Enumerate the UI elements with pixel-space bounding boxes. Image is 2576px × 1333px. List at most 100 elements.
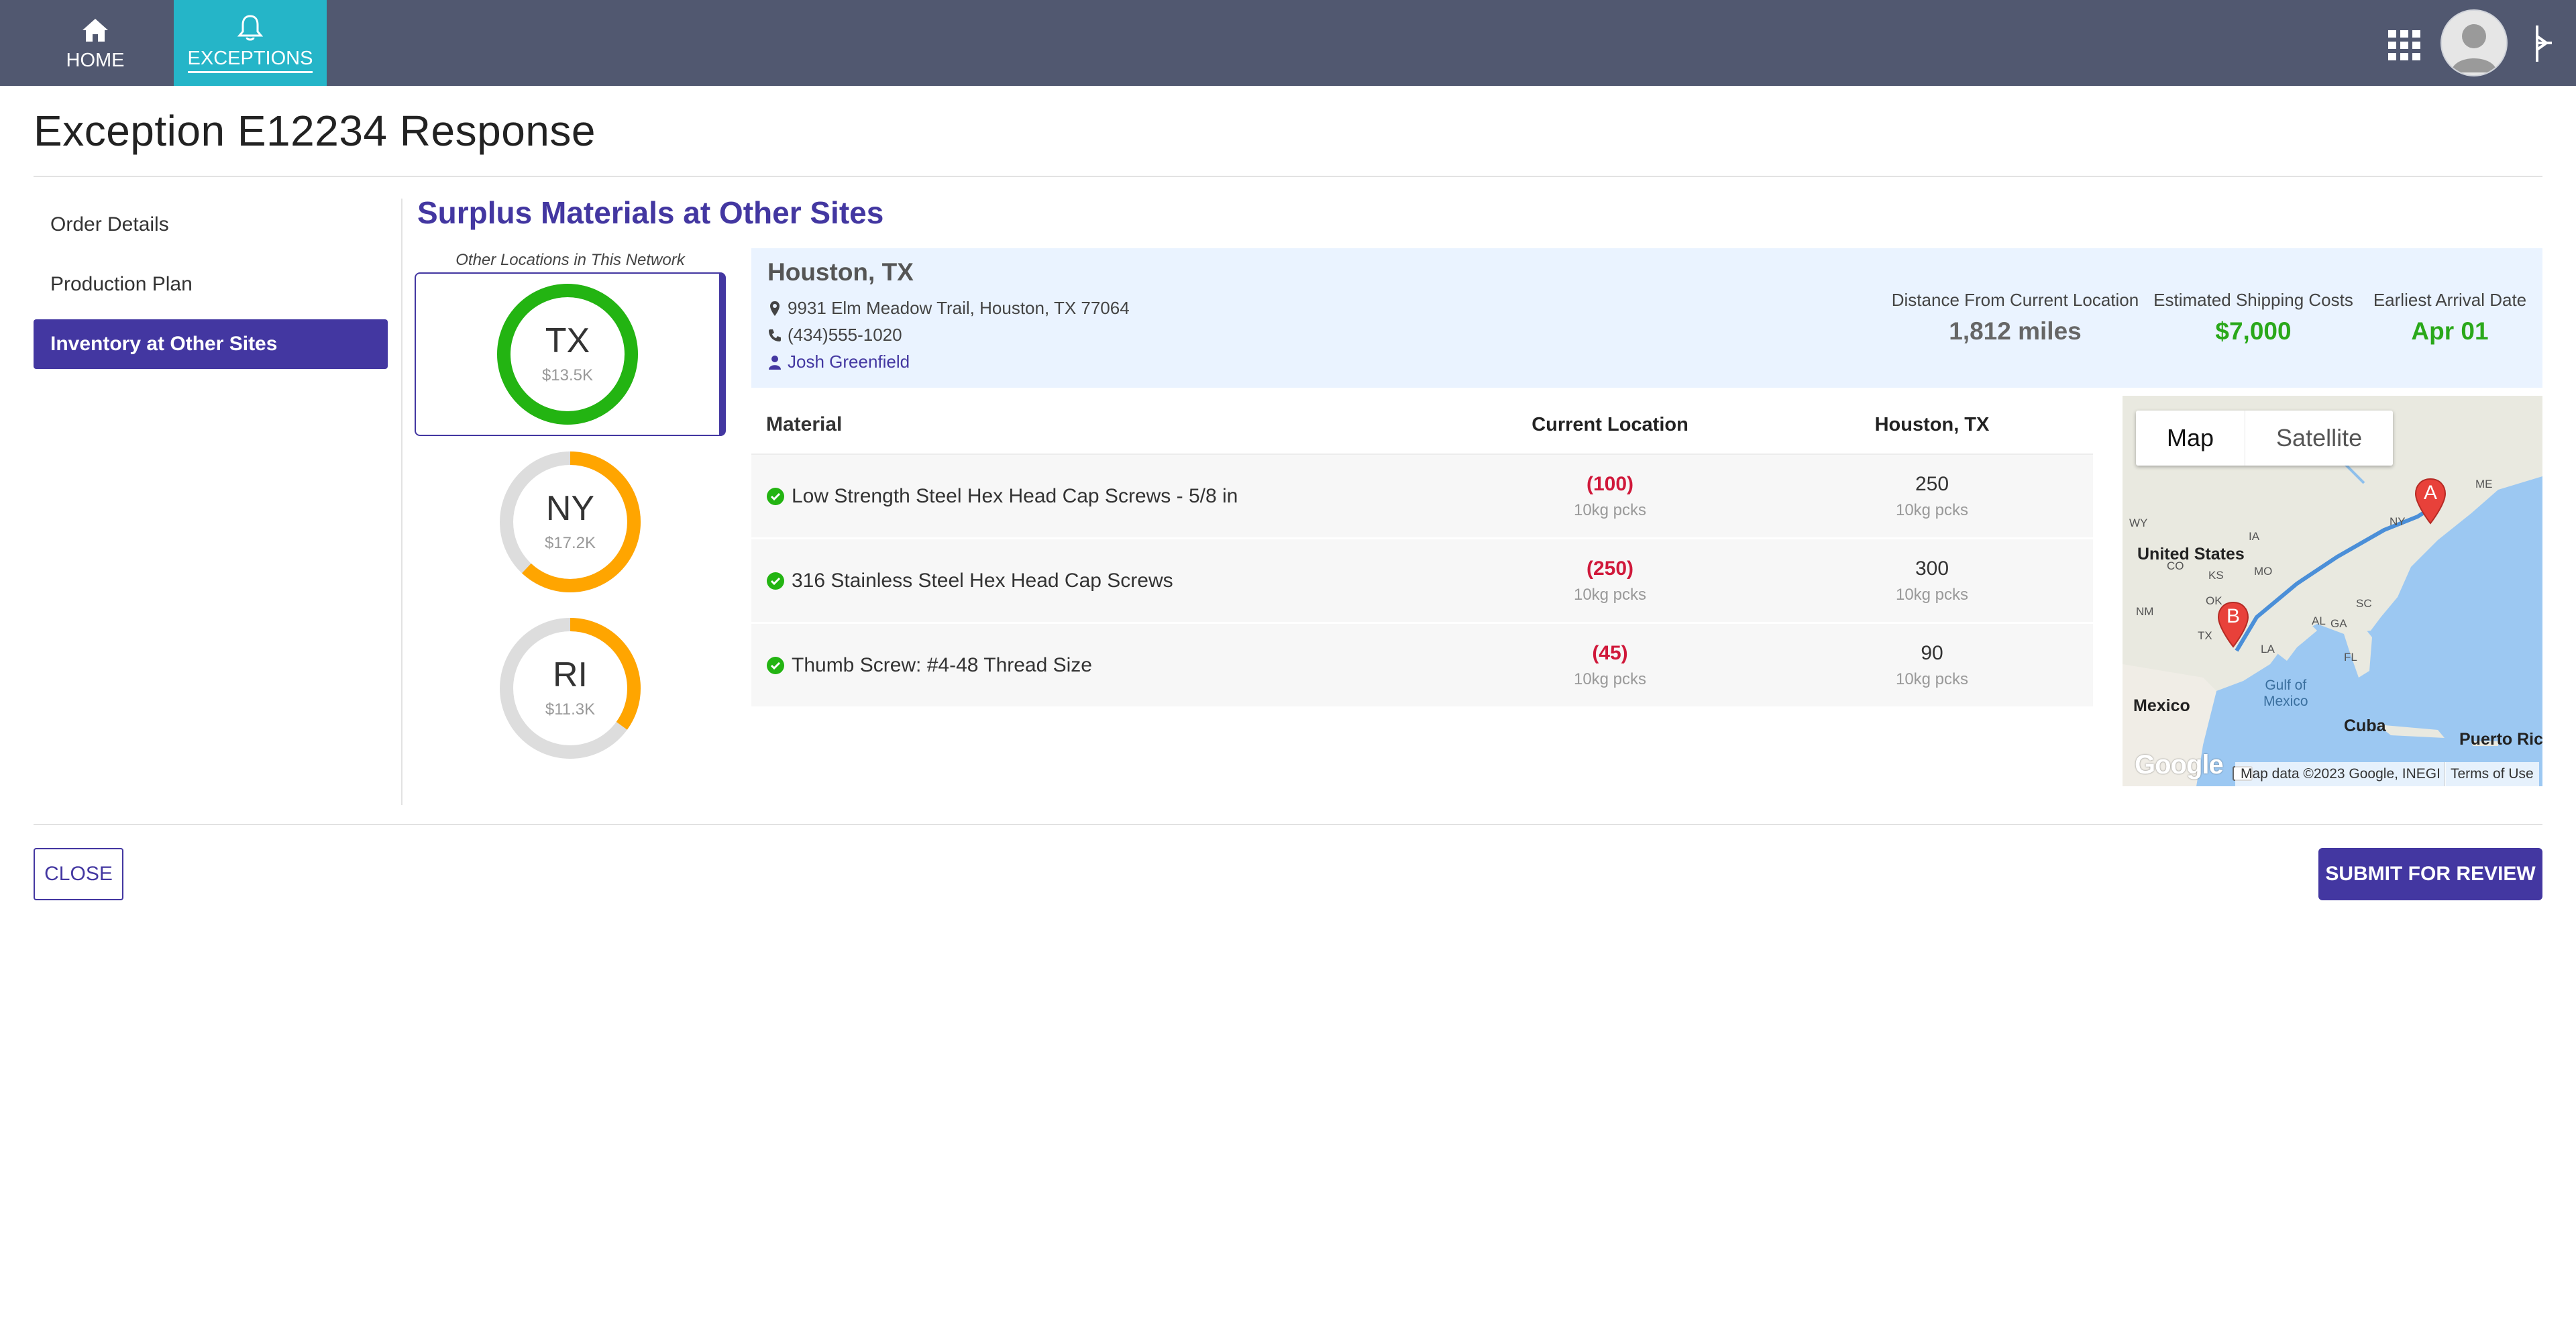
bell-icon [237,13,264,44]
nav-tab-exceptions[interactable]: EXCEPTIONS [174,0,327,86]
home-icon [81,15,109,46]
header-current-location: Current Location [1532,413,1688,435]
avatar[interactable] [2440,9,2508,76]
current-qty: (45) [1592,641,1628,664]
google-logo: Google [2135,750,2224,780]
site-qty: 90 [1921,641,1943,664]
map-label: CO [2167,559,2184,572]
map-pin-icon [767,301,782,317]
map-marker-b[interactable]: B [2216,601,2250,648]
location-phone: (434)555-1020 [767,325,902,345]
phone-text: (434)555-1020 [788,325,902,345]
table-header: Material Current Location Houston, TX [751,396,2093,455]
sidebar-item-order-details[interactable]: Order Details [34,200,388,250]
stat-value: 1,812 miles [1949,317,2082,345]
current-qty-cell: (45) 10kg pcks [1449,642,1771,689]
section-sidebar: Order Details Production Plan Inventory … [34,200,388,379]
site-donut-ri: RI $11.3K [498,617,642,760]
map-label: IA [2249,530,2260,543]
network-label: Other Locations in This Network [455,251,685,269]
table-row[interactable]: Thumb Screw: #4-48 Thread Size (45) 10kg… [751,624,2093,708]
site-code: TX [545,321,590,360]
divider [401,199,402,805]
table-row[interactable]: Low Strength Steel Hex Head Cap Screws -… [751,455,2093,539]
map-tab-satellite[interactable]: Satellite [2245,411,2393,466]
close-button[interactable]: CLOSE [34,848,123,900]
check-circle-icon [767,572,784,590]
marker-label: B [2226,605,2240,627]
nav-tab-exceptions-label: EXCEPTIONS [187,48,313,73]
map-label: TX [2198,629,2212,642]
location-contact[interactable]: Josh Greenfield [767,352,910,372]
map-label: SC [2356,597,2372,610]
sidebar-item-production-plan[interactable]: Production Plan [34,260,388,309]
current-qty-cell: (250) 10kg pcks [1449,557,1771,604]
map-terms-link[interactable]: Terms of Use [2445,762,2539,786]
site-card-tx[interactable]: TX $13.5K [415,272,726,436]
stat-label: Earliest Arrival Date [2373,290,2527,310]
submit-for-review-button[interactable]: SUBMIT FOR REVIEW [2318,848,2542,900]
nav-tab-home[interactable]: HOME [31,0,160,86]
nav-tab-home-label: HOME [66,49,125,71]
material-name: Thumb Screw: #4-48 Thread Size [792,653,1092,676]
table-row[interactable]: 316 Stainless Steel Hex Head Cap Screws … [751,539,2093,624]
site-code: RI [553,655,588,694]
divider [34,824,2542,825]
stat-value: $7,000 [2215,317,2292,345]
material-cell: Thumb Screw: #4-48 Thread Size [751,654,1449,677]
logout-icon[interactable] [2529,20,2553,67]
map-type-toggle: Map Satellite [2136,411,2394,466]
current-unit: 10kg pcks [1573,500,1647,519]
location-address: 9931 Elm Meadow Trail, Houston, TX 77064 [767,298,1130,319]
phone-icon [767,328,782,343]
site-unit: 10kg pcks [1895,670,1969,688]
site-qty-cell: 90 10kg pcks [1771,642,2093,689]
current-unit: 10kg pcks [1573,585,1647,604]
material-name: 316 Stainless Steel Hex Head Cap Screws [792,569,1173,592]
site-value: $11.3K [545,700,596,718]
site-donut-tx: TX $13.5K [496,282,639,426]
stat-label: Distance From Current Location [1891,290,2139,310]
map-label: NY [2390,515,2406,528]
marker-label: A [2423,482,2437,504]
map-label: United States [2137,545,2245,564]
apps-grid-icon[interactable] [2388,30,2420,60]
current-qty-cell: (100) 10kg pcks [1449,473,1771,520]
site-qty: 250 [1915,472,1949,495]
current-unit: 10kg pcks [1573,670,1647,688]
site-code: NY [545,489,595,528]
map-tab-map[interactable]: Map [2136,411,2245,466]
current-qty: (250) [1586,557,1634,580]
stat-label: Estimated Shipping Costs [2153,290,2353,310]
current-qty: (100) [1586,472,1634,495]
top-navigation-bar: HOME EXCEPTIONS [0,0,2576,86]
sidebar-item-inventory-other-sites[interactable]: Inventory at Other Sites [34,319,388,369]
user-icon [767,355,782,370]
map-label: LA [2261,643,2275,655]
location-city: Houston, TX [767,258,914,286]
material-name: Low Strength Steel Hex Head Cap Screws -… [792,484,1238,507]
map-marker-a[interactable]: A [2414,478,2447,525]
section-title: Surplus Materials at Other Sites [417,195,884,230]
materials-table: Material Current Location Houston, TX Lo… [751,396,2093,708]
site-value: $17.2K [544,534,596,552]
site-qty-cell: 300 10kg pcks [1771,557,2093,604]
contact-name: Josh Greenfield [788,352,910,372]
page-title: Exception E12234 Response [34,107,596,155]
map-label: Mexico [2133,696,2190,715]
map-label: ME [2475,478,2493,490]
route-map[interactable]: Map Satellite United States Mexico Gulf … [2123,396,2542,786]
material-cell: 316 Stainless Steel Hex Head Cap Screws [751,570,1449,592]
site-card-ny[interactable]: NY $17.2K [415,440,726,604]
site-unit: 10kg pcks [1895,585,1969,604]
map-label: Gulf of Mexico [2263,678,2308,709]
site-card-ri[interactable]: RI $11.3K [415,606,726,770]
map-label: KS [2208,569,2224,582]
location-summary-panel: Houston, TX 9931 Elm Meadow Trail, Houst… [751,248,2542,388]
site-donut-ny: NY $17.2K [498,450,642,594]
stat-value: Apr 01 [2411,317,2489,345]
map-label: NM [2136,605,2154,618]
stat-shipping-cost: Estimated Shipping Costs $7,000 [2149,290,2357,345]
map-label: WY [2129,517,2148,529]
site-qty: 300 [1915,557,1949,580]
